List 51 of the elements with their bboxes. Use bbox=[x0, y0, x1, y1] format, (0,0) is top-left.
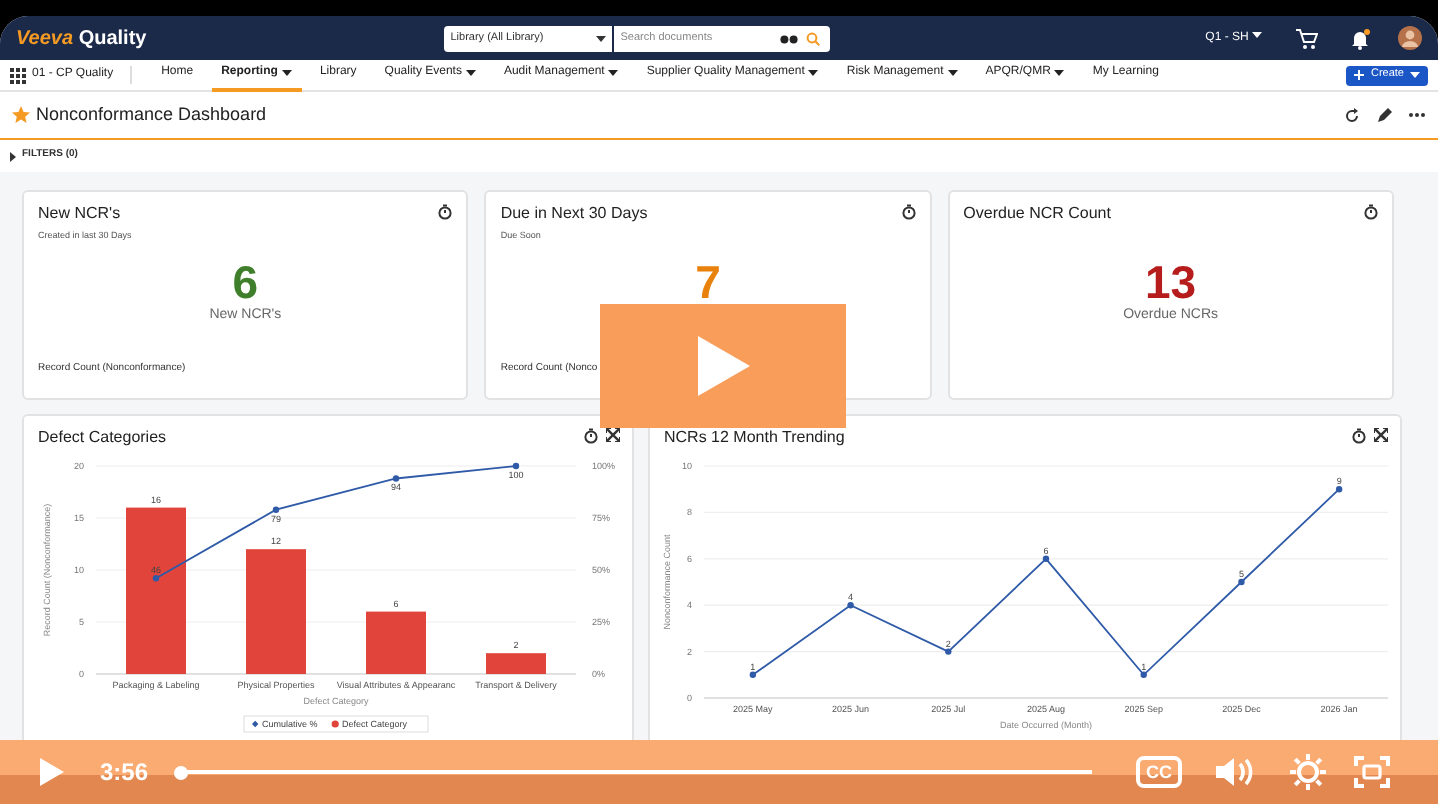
settings-icon[interactable] bbox=[1290, 754, 1327, 790]
progress-thumb[interactable] bbox=[174, 765, 189, 779]
data-point bbox=[1335, 485, 1343, 492]
data-point bbox=[512, 462, 520, 469]
data-point bbox=[945, 647, 952, 654]
play-icon bbox=[693, 332, 753, 400]
cart-icon[interactable] bbox=[1294, 27, 1318, 49]
stopwatch-icon[interactable] bbox=[1352, 428, 1366, 444]
data-point bbox=[749, 670, 757, 678]
star-icon[interactable] bbox=[12, 106, 30, 124]
data-point bbox=[1042, 554, 1050, 562]
binoculars-icon[interactable] bbox=[780, 33, 799, 43]
metric-value: 13 bbox=[1145, 259, 1197, 306]
video-time: 3:56 bbox=[100, 756, 149, 790]
bar bbox=[246, 548, 306, 674]
chart-title: NCRs 12 Month Trending bbox=[664, 428, 845, 448]
bar bbox=[366, 610, 426, 674]
plus-icon bbox=[1354, 70, 1365, 80]
fullscreen-icon[interactable] bbox=[1354, 756, 1391, 788]
expand-icon[interactable] bbox=[606, 428, 620, 442]
data-point bbox=[1140, 670, 1147, 678]
data-point bbox=[847, 601, 854, 608]
stopwatch-icon[interactable] bbox=[584, 428, 598, 444]
stopwatch-icon[interactable] bbox=[901, 204, 916, 220]
play-icon[interactable] bbox=[40, 758, 64, 786]
stopwatch-icon[interactable] bbox=[438, 204, 453, 220]
data-point bbox=[272, 505, 280, 513]
card-title: Due in Next 30 Days bbox=[500, 204, 648, 224]
app-logo: Veeva Quality bbox=[16, 25, 147, 53]
expand-icon[interactable] bbox=[1374, 428, 1388, 442]
bell-icon[interactable] bbox=[1350, 27, 1370, 49]
edit-icon[interactable] bbox=[1376, 107, 1392, 123]
caret-right-icon[interactable] bbox=[10, 151, 16, 161]
caret-icon bbox=[596, 35, 607, 41]
data-point bbox=[392, 474, 400, 481]
refresh-icon[interactable] bbox=[1344, 107, 1360, 123]
app-grid-icon[interactable] bbox=[10, 67, 26, 83]
page-title: Nonconformance Dashboard bbox=[36, 104, 267, 126]
avatar-icon[interactable] bbox=[1398, 26, 1422, 50]
data-point bbox=[152, 574, 160, 581]
card-title: New NCR's bbox=[38, 204, 121, 224]
card-title: Overdue NCR Count bbox=[963, 204, 1111, 224]
stopwatch-icon[interactable] bbox=[1363, 204, 1378, 220]
chart-title: Defect Categories bbox=[38, 428, 167, 448]
caret-icon bbox=[1410, 72, 1420, 78]
more-icon[interactable] bbox=[1408, 112, 1426, 118]
bar bbox=[486, 652, 546, 674]
data-point bbox=[1238, 578, 1245, 585]
caret-icon bbox=[1252, 32, 1262, 39]
metric-value: 7 bbox=[695, 259, 721, 306]
metric-value: 6 bbox=[232, 259, 259, 306]
